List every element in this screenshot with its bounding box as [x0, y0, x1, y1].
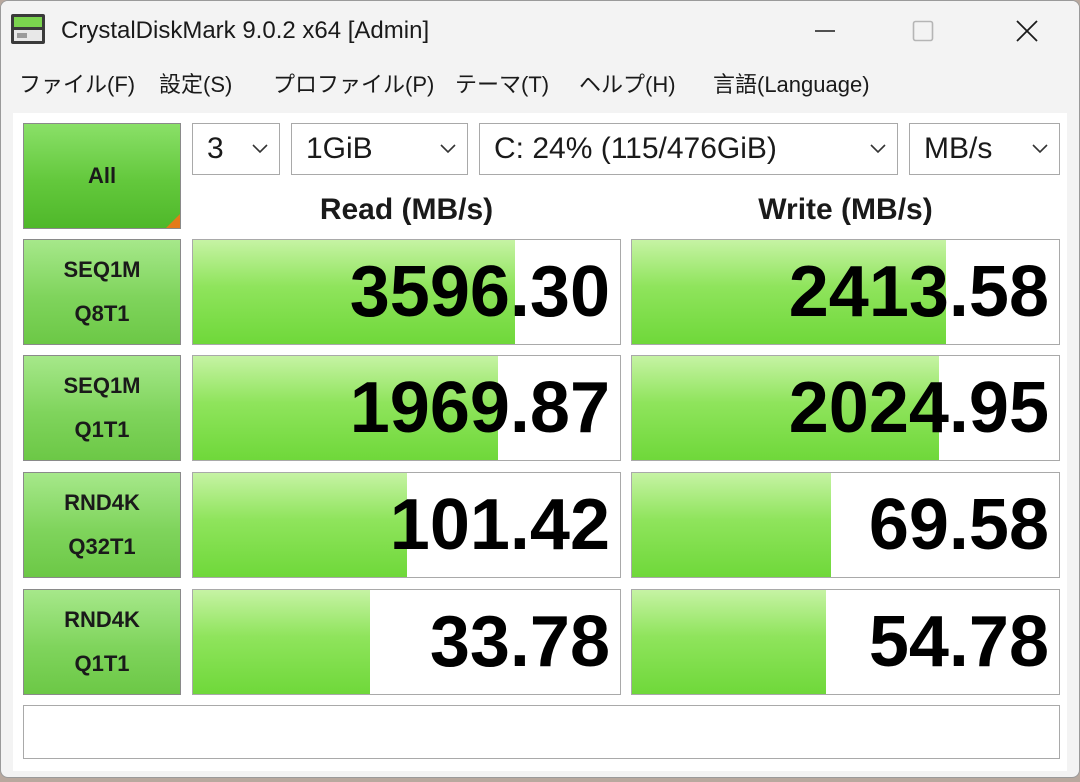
read-result-rnd4k-q1t1: 33.78	[192, 589, 621, 695]
all-button[interactable]: All	[23, 123, 181, 229]
read-value: 1969.87	[349, 368, 610, 448]
minimize-button[interactable]	[781, 1, 869, 61]
menu-settings[interactable]: 設定(S)	[159, 67, 232, 99]
read-value: 3596.30	[349, 252, 610, 332]
maximize-button[interactable]	[879, 1, 967, 61]
test-button-seq1m-q1t1[interactable]: SEQ1M Q1T1	[23, 355, 181, 461]
menu-profile[interactable]: プロファイル(P)	[273, 67, 434, 99]
menu-bar: ファイル(F) 設定(S) プロファイル(P) テーマ(T) ヘルプ(H) 言語…	[1, 63, 1079, 103]
score-bar	[193, 473, 407, 577]
drive-select[interactable]: C: 24% (115/476GiB)	[479, 123, 898, 175]
test-params: Q32T1	[68, 534, 136, 559]
read-result-seq1m-q1t1: 1969.87	[192, 355, 621, 461]
read-result-rnd4k-q32t1: 101.42	[192, 472, 621, 578]
app-window: CrystalDiskMark 9.0.2 x64 [Admin] ファイル(F…	[0, 0, 1080, 778]
score-bar	[632, 590, 827, 694]
write-value: 2413.58	[788, 252, 1049, 332]
chevron-down-icon	[440, 144, 456, 154]
drive-select-value: C: 24% (115/476GiB)	[494, 132, 777, 165]
maximize-icon	[912, 20, 934, 42]
unit-select[interactable]: MB/s	[909, 123, 1060, 175]
close-icon	[1016, 20, 1038, 42]
test-button-seq1m-q8t1[interactable]: SEQ1M Q8T1	[23, 239, 181, 345]
test-name: RND4K	[64, 607, 140, 632]
title-bar[interactable]: CrystalDiskMark 9.0.2 x64 [Admin]	[1, 1, 1079, 63]
write-value: 2024.95	[788, 368, 1049, 448]
disk-icon	[11, 14, 45, 44]
write-value: 69.58	[868, 485, 1049, 565]
window-title: CrystalDiskMark 9.0.2 x64 [Admin]	[61, 17, 430, 44]
unit-select-value: MB/s	[924, 132, 993, 165]
comment-field[interactable]	[23, 705, 1060, 759]
menu-file[interactable]: ファイル(F)	[19, 67, 135, 99]
test-params: Q8T1	[74, 301, 130, 326]
write-header: Write (MB/s)	[758, 193, 933, 226]
read-result-seq1m-q8t1: 3596.30	[192, 239, 621, 345]
write-result-rnd4k-q1t1: 54.78	[631, 589, 1060, 695]
count-select-value: 3	[207, 132, 224, 165]
test-params: Q1T1	[74, 651, 130, 676]
read-header: Read (MB/s)	[319, 193, 494, 226]
size-select[interactable]: 1GiB	[291, 123, 468, 175]
write-result-seq1m-q1t1: 2024.95	[631, 355, 1060, 461]
test-name: RND4K	[64, 490, 140, 515]
chevron-down-icon	[252, 144, 268, 154]
corner-marker	[166, 214, 180, 228]
chevron-down-icon	[1032, 144, 1048, 154]
write-value: 54.78	[868, 602, 1049, 682]
test-button-rnd4k-q1t1[interactable]: RND4K Q1T1	[23, 589, 181, 695]
close-button[interactable]	[983, 1, 1071, 61]
score-bar	[632, 473, 831, 577]
write-result-seq1m-q8t1: 2413.58	[631, 239, 1060, 345]
menu-language[interactable]: 言語(Language)	[713, 67, 870, 99]
size-select-value: 1GiB	[306, 132, 373, 165]
chevron-down-icon	[870, 144, 886, 154]
menu-theme[interactable]: テーマ(T)	[455, 67, 549, 99]
test-name: SEQ1M	[63, 373, 141, 398]
all-button-label: All	[87, 163, 117, 188]
minimize-icon	[815, 30, 835, 32]
write-result-rnd4k-q32t1: 69.58	[631, 472, 1060, 578]
test-name: SEQ1M	[63, 257, 141, 282]
test-params: Q1T1	[74, 417, 130, 442]
test-button-rnd4k-q32t1[interactable]: RND4K Q32T1	[23, 472, 181, 578]
read-value: 101.42	[389, 485, 610, 565]
menu-help[interactable]: ヘルプ(H)	[579, 67, 676, 99]
count-select[interactable]: 3	[192, 123, 280, 175]
score-bar	[193, 590, 371, 694]
read-value: 33.78	[429, 602, 610, 682]
